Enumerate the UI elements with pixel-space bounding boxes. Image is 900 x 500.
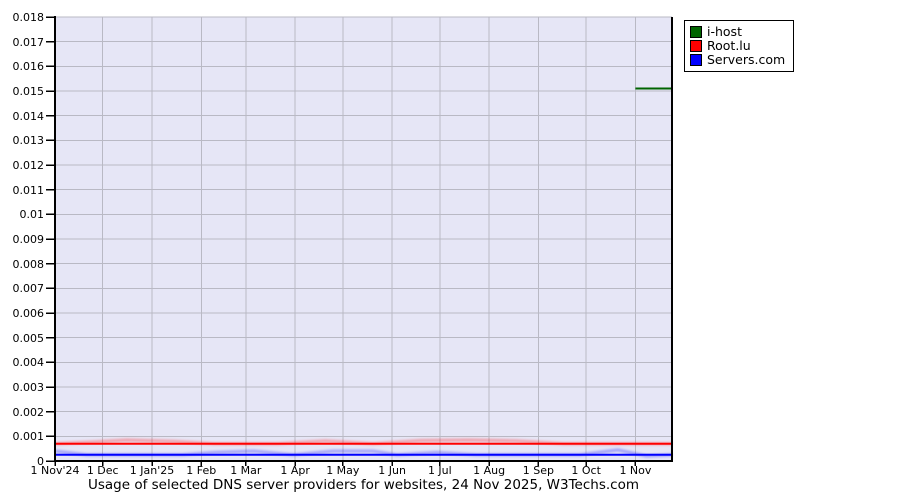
chart-canvas bbox=[46, 16, 673, 466]
legend: i-host Root.lu Servers.com bbox=[684, 20, 795, 72]
y-tick-label: 0.01 bbox=[19, 208, 45, 222]
x-tick-label: 1 Oct bbox=[571, 464, 601, 477]
legend-label: Servers.com bbox=[707, 52, 786, 67]
x-tick-label: 1 Mar bbox=[230, 464, 262, 477]
x-tick-label: 1 May bbox=[326, 464, 360, 477]
x-tick-label: 1 Nov bbox=[619, 464, 652, 477]
legend-item-root-lu: Root.lu bbox=[690, 39, 785, 52]
y-tick-label: 0.001 bbox=[12, 430, 45, 444]
y-tick-label: 0.005 bbox=[12, 331, 45, 345]
y-tick-label: 0.018 bbox=[12, 11, 45, 24]
y-tick-label: 0.017 bbox=[12, 35, 45, 49]
x-tick-label: 1 Dec bbox=[86, 464, 119, 477]
y-tick-label: 0.008 bbox=[12, 257, 45, 271]
y-tick-label: 0.006 bbox=[12, 307, 45, 320]
x-tick-label: 1 Jun bbox=[378, 464, 406, 477]
x-tick-label: 1 Apr bbox=[280, 464, 310, 477]
y-tick-label: 0.007 bbox=[12, 282, 45, 296]
legend-item-i-host: i-host bbox=[690, 25, 785, 38]
y-tick-label: 0.009 bbox=[12, 233, 45, 246]
y-tick-label: 0.011 bbox=[12, 183, 45, 197]
legend-label: Root.lu bbox=[707, 38, 751, 53]
x-tick-label: 1 Jan'25 bbox=[129, 464, 175, 477]
y-tick-label: 0.004 bbox=[12, 356, 45, 370]
y-tick-label: 0.015 bbox=[12, 85, 45, 98]
x-tick-label: 1 Jul bbox=[427, 464, 452, 477]
x-tick-label: 1 Aug bbox=[473, 464, 506, 477]
legend-swatch-icon bbox=[690, 25, 702, 38]
y-tick-label: 0.002 bbox=[12, 405, 45, 419]
legend-swatch-icon bbox=[690, 53, 702, 66]
legend-swatch-icon bbox=[690, 39, 702, 52]
y-tick-label: 0.012 bbox=[12, 159, 45, 172]
y-tick-label: 0.013 bbox=[12, 134, 45, 148]
x-tick-label: 1 Sep bbox=[522, 464, 555, 477]
chart-title: Usage of selected DNS server providers f… bbox=[87, 477, 640, 493]
legend-label: i-host bbox=[707, 24, 742, 39]
legend-item-servers-com: Servers.com bbox=[690, 53, 785, 66]
x-tick-label: 1 Feb bbox=[186, 464, 217, 477]
y-tick-label: 0.016 bbox=[12, 60, 45, 74]
x-tick-label: 1 Nov'24 bbox=[30, 464, 80, 477]
y-tick-label: 0.003 bbox=[12, 381, 45, 394]
chart-window: 0 0.001 0.002 0.003 0.004 0.005 0.006 0.007 0.00… bbox=[0, 0, 900, 500]
y-tick-label: 0.014 bbox=[12, 109, 45, 123]
